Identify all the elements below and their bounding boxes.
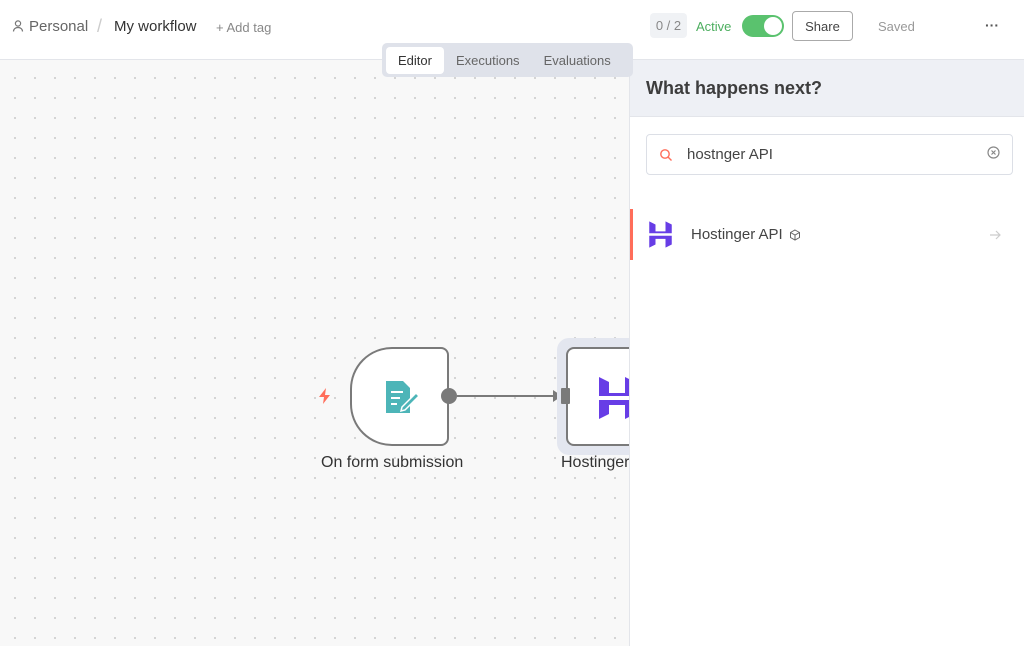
breadcrumb-separator: / <box>97 16 103 36</box>
node-creator-panel: What happens next? hostnger API Hostinge… <box>629 60 1024 646</box>
connection-line[interactable] <box>457 395 557 397</box>
tab-editor[interactable]: Editor <box>386 46 444 74</box>
clear-search-icon[interactable] <box>987 145 1000 164</box>
add-tag-button[interactable]: + Add tag <box>216 20 271 35</box>
toggle-knob <box>764 17 782 35</box>
share-button[interactable]: Share <box>792 11 853 41</box>
output-connector[interactable] <box>441 388 457 404</box>
breadcrumb-project[interactable]: Personal <box>29 18 88 35</box>
panel-title: What happens next? <box>630 60 1024 117</box>
node-search-input[interactable]: hostnger API <box>646 134 1013 175</box>
result-label: Hostinger API <box>691 226 783 243</box>
search-icon <box>659 148 673 162</box>
form-icon <box>382 377 422 422</box>
search-value[interactable]: hostnger API <box>687 146 987 163</box>
cube-icon <box>789 228 801 241</box>
tab-evaluations[interactable]: Evaluations <box>532 47 623 74</box>
active-label: Active <box>696 19 732 34</box>
saved-status: Saved <box>878 19 915 34</box>
workflow-canvas[interactable]: On form submission Hostinger API <box>0 60 629 646</box>
arrow-right-icon[interactable] <box>989 229 1001 241</box>
user-icon <box>12 19 24 33</box>
tab-executions[interactable]: Executions <box>444 47 532 74</box>
counter-badge: 0 / 2 <box>650 13 687 38</box>
result-item-hostinger-api[interactable]: Hostinger API <box>630 209 1024 260</box>
trigger-bolt-icon <box>317 387 333 410</box>
node-on-form-submission[interactable] <box>350 347 449 446</box>
node-label: Hostinger API <box>561 454 629 471</box>
hostinger-logo <box>597 377 629 424</box>
more-options-icon[interactable]: ··· <box>985 17 999 33</box>
node-label: On form submission <box>321 454 464 471</box>
active-toggle[interactable] <box>742 15 784 37</box>
node-hostinger-api[interactable] <box>566 347 629 446</box>
hostinger-logo <box>648 221 673 248</box>
input-connector[interactable] <box>561 388 570 404</box>
view-tabs: Editor Executions Evaluations <box>382 43 633 77</box>
workflow-name[interactable]: My workflow <box>114 18 197 35</box>
